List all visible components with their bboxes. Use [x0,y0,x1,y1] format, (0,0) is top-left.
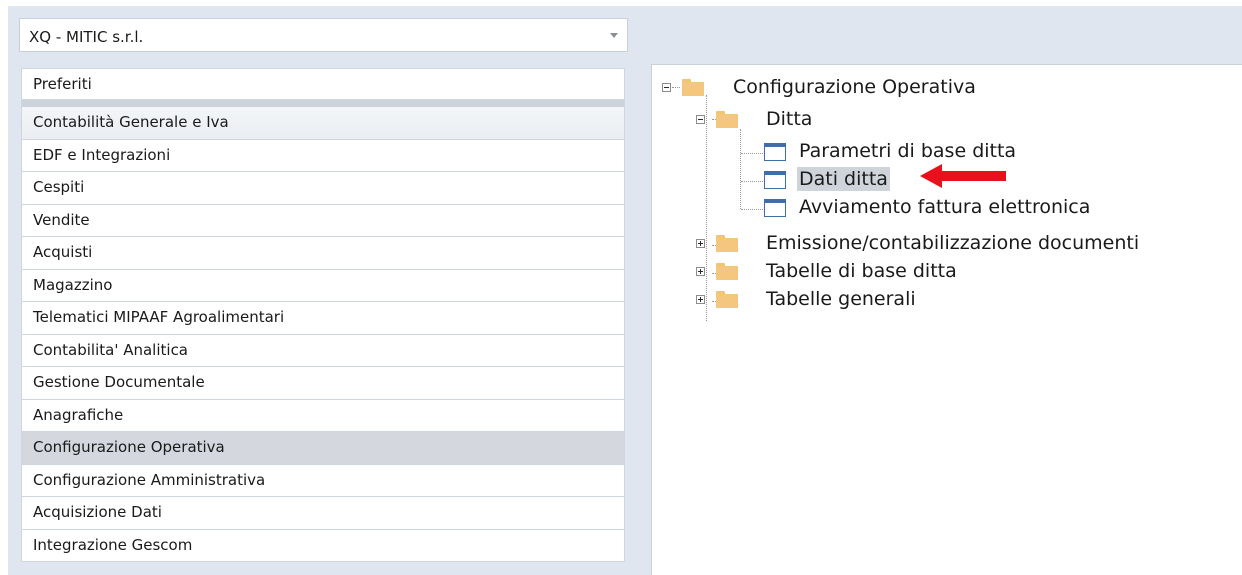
menu-item-preferiti[interactable]: Preferiti [21,68,625,100]
collapse-icon[interactable] [696,115,705,124]
menu-item-edf[interactable]: EDF e Integrazioni [21,139,625,172]
company-selector[interactable]: XQ - MITIC s.r.l. [19,18,628,52]
document-icon [764,143,786,161]
tree-node-label: Tabelle generali [766,288,916,310]
tree-node-ditta[interactable]: Ditta [764,107,814,131]
menu-separator [21,100,625,107]
folder-icon [716,291,738,308]
chevron-down-icon[interactable] [601,19,627,51]
tree-line [741,209,763,210]
expand-icon[interactable] [696,239,705,248]
menu-item-vendite[interactable]: Vendite [21,204,625,237]
tree-panel: Configurazione Operativa Ditta Parametri… [651,64,1242,575]
collapse-icon[interactable] [662,83,671,92]
menu-item-acquisti[interactable]: Acquisti [21,237,625,270]
menu-item-configurazione-amministrativa[interactable]: Configurazione Amministrativa [21,464,625,497]
folder-icon [716,111,738,128]
tree-line [740,129,741,209]
expand-icon[interactable] [696,295,705,304]
tree-node-avviamento[interactable]: Avviamento fattura elettronica [797,195,1092,219]
tree-node-label: Tabelle di base ditta [766,260,957,282]
menu-item-contabilita-generale[interactable]: Contabilità Generale e Iva [21,107,625,140]
tree-node-label: Ditta [766,108,813,130]
menu-item-telematici[interactable]: Telematici MIPAAF Agroalimentari [21,302,625,335]
menu-item-cespiti[interactable]: Cespiti [21,172,625,205]
folder-icon [716,235,738,252]
menu-item-magazzino[interactable]: Magazzino [21,269,625,302]
tree-node-tabelle-base[interactable]: Tabelle di base ditta [764,259,959,283]
tree-line [741,181,763,182]
module-menu: Preferiti Contabilità Generale e Iva EDF… [21,68,625,562]
tree-node-label: Configurazione Operativa [733,76,976,98]
company-selector-value: XQ - MITIC s.r.l. [29,28,144,46]
tree-node-label: Avviamento fattura elettronica [799,196,1091,218]
tree-line [741,153,763,154]
tree-node-label: Parametri di base ditta [799,140,1017,162]
menu-item-anagrafiche[interactable]: Anagrafiche [21,399,625,432]
menu-item-integrazione-gescom[interactable]: Integrazione Gescom [21,529,625,562]
tree-node-dati-ditta[interactable]: Dati ditta [797,167,890,191]
menu-item-acquisizione-dati[interactable]: Acquisizione Dati [21,497,625,530]
folder-icon [716,263,738,280]
document-icon [764,199,786,217]
tree-line [672,87,680,88]
tree-node-label-selected: Dati ditta [797,167,890,191]
arrow-icon [920,164,1006,188]
tree-line [706,95,707,321]
menu-item-gestione-documentale[interactable]: Gestione Documentale [21,367,625,400]
tree-node-emissione[interactable]: Emissione/contabilizzazione documenti [764,231,1141,255]
window-edge [0,6,8,575]
folder-icon [682,79,704,96]
tree-node-label: Emissione/contabilizzazione documenti [766,232,1140,254]
menu-item-contabilita-analitica[interactable]: Contabilita' Analitica [21,334,625,367]
tree-node-root[interactable]: Configurazione Operativa [731,75,978,99]
expand-icon[interactable] [696,267,705,276]
menu-item-configurazione-operativa[interactable]: Configurazione Operativa [21,432,625,465]
document-icon [764,171,786,189]
tree-node-parametri[interactable]: Parametri di base ditta [797,139,1018,163]
tree-node-tabelle-generali[interactable]: Tabelle generali [764,287,918,311]
